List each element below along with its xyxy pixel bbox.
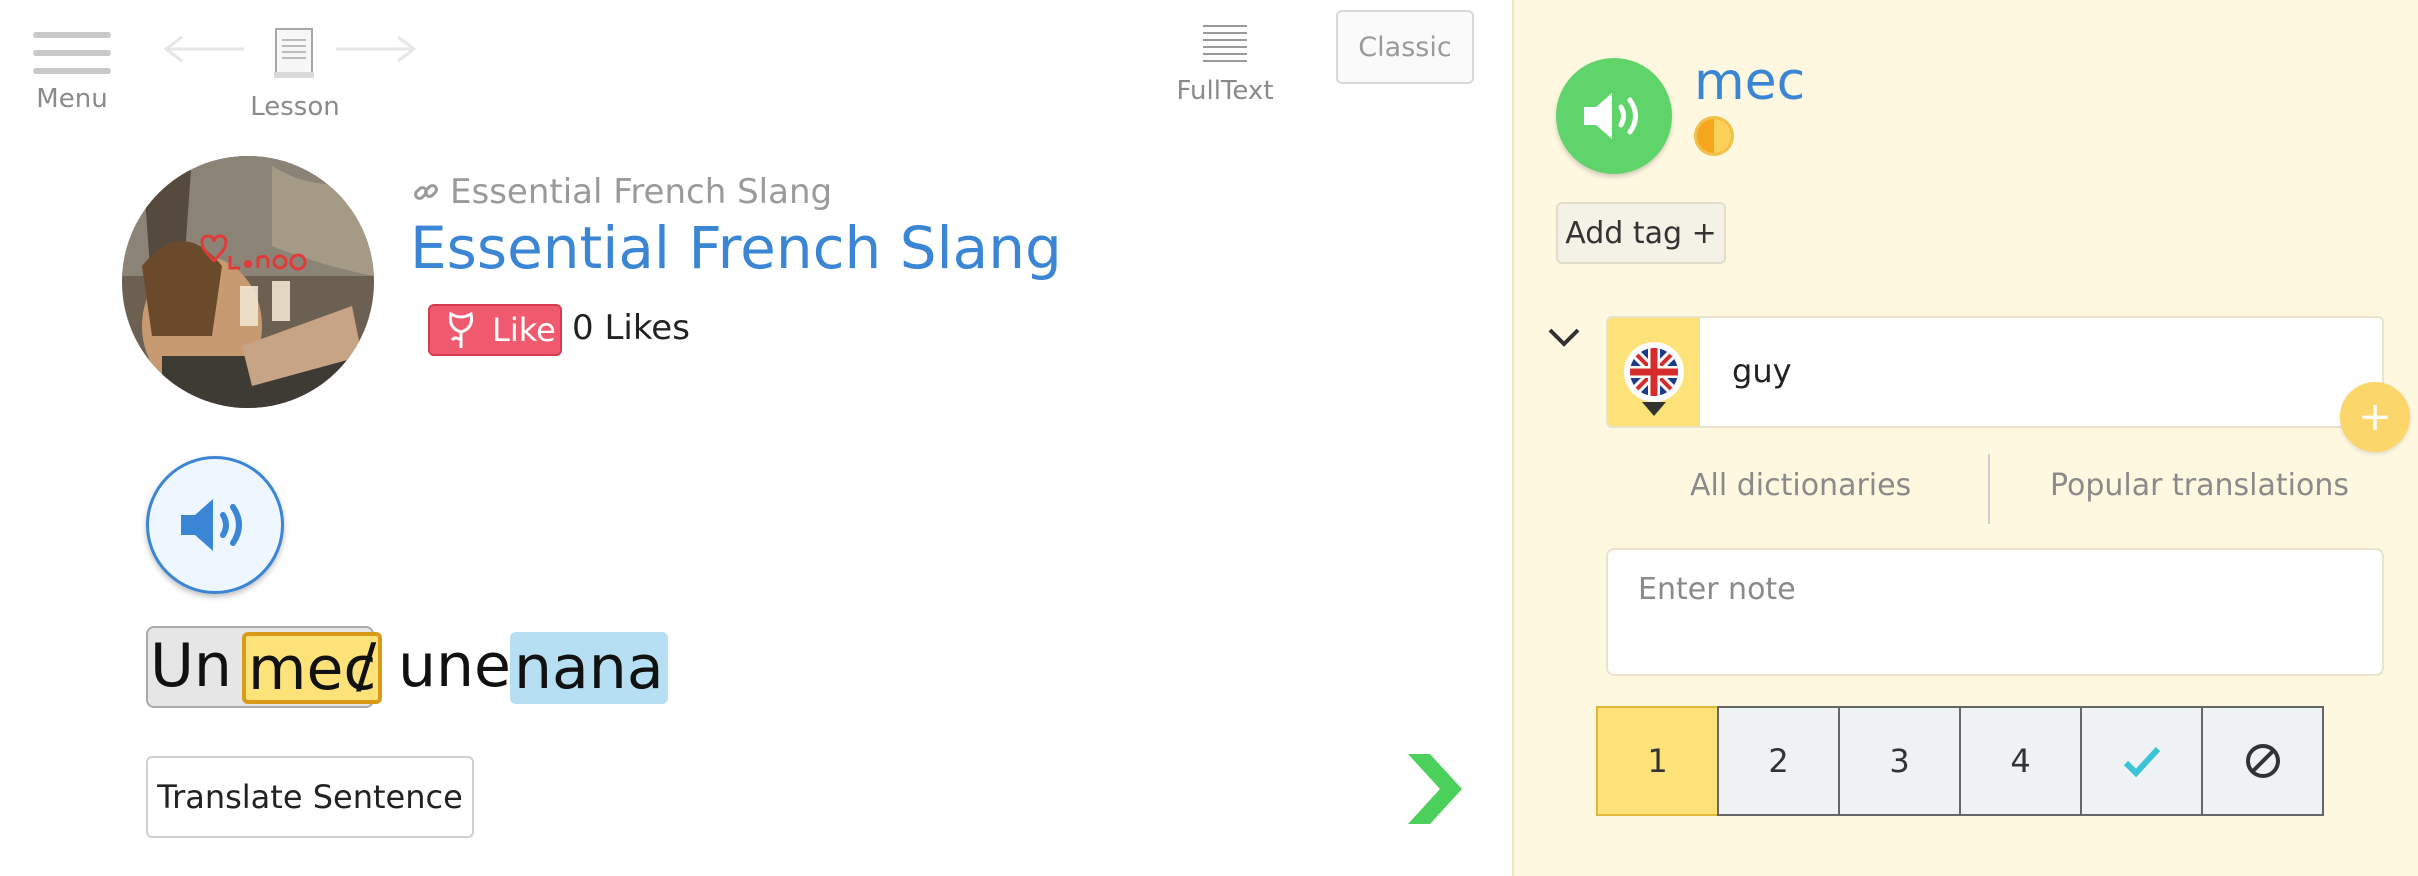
coin-status-icon: [1694, 116, 1734, 156]
like-button[interactable]: Like: [428, 304, 562, 356]
app-root: Menu Lesson FullText Classic Essential F…: [0, 0, 2418, 876]
lesson-cover-image: [122, 156, 374, 408]
next-lesson-arrow-icon[interactable]: [330, 34, 420, 64]
level-3-button[interactable]: 3: [1838, 706, 1961, 816]
uk-flag-icon: [1624, 342, 1684, 416]
word-nana-lingq[interactable]: nana: [510, 632, 668, 704]
text-lines-icon: [1203, 25, 1247, 62]
reader-pane: Menu Lesson FullText Classic Essential F…: [0, 0, 1512, 876]
ignore-button[interactable]: [2201, 706, 2324, 816]
translate-sentence-button[interactable]: Translate Sentence: [146, 756, 474, 838]
lesson-title: Essential French Slang: [410, 214, 1062, 282]
next-page-chevron-icon[interactable]: [1404, 748, 1466, 830]
add-meaning-button[interactable]: +: [2340, 382, 2410, 452]
tab-all-dictionaries[interactable]: All dictionaries: [1690, 468, 1911, 503]
word-panel: mec Add tag + guy + All dictionaries Pop…: [1512, 0, 2418, 876]
hamburger-icon: [33, 32, 111, 74]
add-tag-button[interactable]: Add tag +: [1556, 202, 1726, 264]
level-4-button[interactable]: 4: [1959, 706, 2082, 816]
play-lesson-audio-button[interactable]: [146, 456, 284, 594]
fulltext-label: FullText: [1176, 76, 1274, 106]
chevron-down-icon[interactable]: [1544, 318, 1584, 358]
speaker-icon: [1584, 93, 1638, 139]
menu-button[interactable]: Menu: [18, 26, 126, 114]
dictionary-tabs: All dictionaries Popular translations: [1606, 452, 2384, 524]
status-levels: 1 2 3 4: [1596, 706, 2324, 816]
speaker-icon: [181, 499, 242, 551]
selected-term: mec: [1694, 52, 1806, 112]
course-link-text: Essential French Slang: [450, 172, 833, 212]
fulltext-button[interactable]: FullText: [1170, 22, 1280, 106]
known-button[interactable]: [2080, 706, 2203, 816]
ignore-icon: [2245, 744, 2280, 778]
checkmark-icon: [2123, 746, 2160, 777]
tab-popular-translations[interactable]: Popular translations: [2050, 468, 2349, 503]
rose-icon: [449, 311, 473, 348]
tab-divider: [1988, 454, 1990, 524]
document-icon: [274, 28, 314, 78]
link-icon: [414, 184, 438, 200]
level-2-button[interactable]: 2: [1717, 706, 1840, 816]
play-word-audio-button[interactable]: [1556, 58, 1672, 174]
lesson-label: Lesson: [250, 92, 340, 122]
classic-view-button[interactable]: Classic: [1336, 10, 1474, 84]
likes-count: 0 Likes: [572, 308, 690, 348]
level-1-button[interactable]: 1: [1596, 706, 1719, 816]
meaning-row: guy: [1606, 316, 2384, 428]
course-link[interactable]: Essential French Slang: [412, 172, 832, 212]
word-une[interactable]: une: [398, 624, 511, 708]
note-input[interactable]: [1606, 548, 2384, 676]
language-selector[interactable]: [1608, 318, 1700, 426]
menu-label: Menu: [36, 84, 108, 114]
plus-icon: +: [2358, 394, 2392, 440]
word-separator: /: [356, 631, 377, 701]
word-un[interactable]: Un: [150, 624, 232, 708]
like-label: Like: [492, 311, 556, 349]
meaning-text[interactable]: guy: [1732, 352, 1792, 390]
